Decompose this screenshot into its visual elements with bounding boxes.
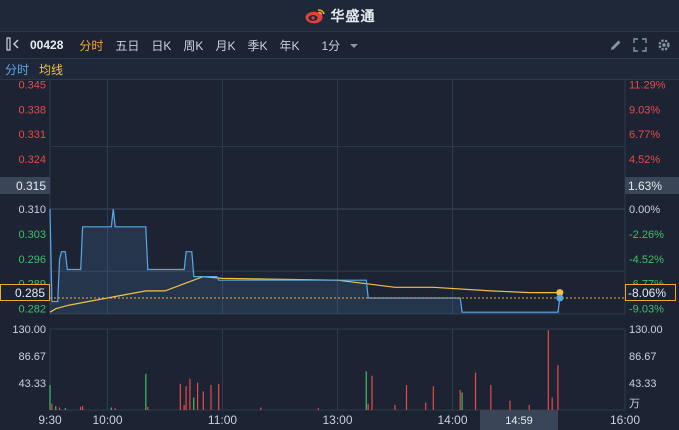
brand-name: 华盛通 [330, 7, 376, 24]
price-tick-label: 0.303 [18, 229, 46, 241]
interval-select[interactable]: 1分 [305, 37, 364, 54]
panel-toggle-icon[interactable] [0, 36, 28, 54]
time-tick-label: 10:00 [92, 413, 122, 427]
tab-monthly-k[interactable]: 月K [209, 37, 241, 54]
price-last-dot [556, 294, 564, 302]
volume-tick-label-right: 86.67 [629, 351, 657, 363]
settings-icon[interactable] [657, 38, 671, 52]
volume-tick-label-right: 130.00 [629, 324, 663, 336]
pct-tick-label: -2.26% [629, 229, 664, 241]
time-tick-label: 11:00 [208, 413, 237, 427]
intraday-chart[interactable]: 0.345 11.29% 0.338 9.03% 0.331 6.77% 0.324 4.52… [0, 79, 679, 430]
price-tick-label: 0.282 [18, 304, 46, 316]
current-price: 0.285 [15, 286, 45, 300]
tab-five-day[interactable]: 五日 [109, 37, 145, 54]
time-tick-label: 14:00 [437, 413, 467, 427]
tab-daily-k[interactable]: 日K [145, 37, 177, 54]
stock-code[interactable]: 00428 [28, 38, 73, 52]
pct-tick-label: -4.52% [629, 254, 664, 266]
price-tick-label: 0.331 [18, 129, 46, 141]
pct-tick-label: -9.03% [629, 304, 664, 316]
hover-time: 14:59 [505, 415, 533, 427]
current-price-box: 0.285 [0, 284, 50, 301]
volume-tick-label: 86.67 [18, 351, 46, 363]
current-pct: -8.06% [628, 286, 666, 300]
price-tick-label: 0.345 [18, 79, 46, 91]
last-point-markers [556, 289, 564, 302]
time-tick-label: 9:30 [38, 413, 62, 427]
brand-logo-icon [305, 8, 325, 23]
tab-intraday[interactable]: 分时 [73, 37, 109, 54]
tab-weekly-k[interactable]: 周K [177, 37, 209, 54]
time-tick-label: 16:00 [610, 413, 640, 427]
time-tick-label: 13:00 [322, 413, 352, 427]
chevron-down-icon [349, 43, 358, 48]
crosshair-price-box: 0.315 [0, 177, 50, 194]
price-tick-label: 0.338 [18, 104, 46, 116]
title-bar: 华盛通 [0, 0, 679, 32]
pencil-icon[interactable] [609, 38, 623, 52]
price-tick-label: 0.296 [18, 254, 46, 266]
pct-tick-label: 4.52% [629, 154, 660, 166]
current-pct-box: -8.06% [625, 284, 676, 301]
price-tick-label: 0.310 [18, 204, 46, 216]
volume-bars [49, 330, 559, 410]
legend-price-label: 分时 [5, 62, 30, 77]
pct-tick-label: 0.00% [629, 204, 660, 216]
crosshair-price: 0.315 [16, 179, 46, 193]
pct-tick-label: 6.77% [629, 129, 660, 141]
volume-unit-label: 万 [629, 398, 640, 410]
interval-value: 1分 [321, 38, 341, 53]
tab-yearly-k[interactable]: 年K [273, 37, 305, 54]
crosshair-pct-box: 1.63% [625, 177, 679, 194]
tab-quarterly-k[interactable]: 季K [241, 37, 273, 54]
hover-time-box: 14:59 [480, 410, 558, 430]
pct-tick-label: 11.29% [629, 79, 666, 91]
brand: 华盛通 [304, 6, 376, 26]
series-legend: 分时 均线 [0, 59, 679, 80]
volume-tick-label: 130.00 [12, 324, 46, 336]
legend-avg-label: 均线 [39, 62, 64, 77]
price-tick-label: 0.324 [18, 154, 46, 166]
volume-tick-label-right: 43.33 [629, 378, 657, 390]
crosshair-pct: 1.63% [628, 179, 662, 193]
chart-toolbar: 00428 分时 五日 日K 周K 月K 季K 年K 1分 [0, 32, 679, 59]
volume-tick-label: 43.33 [18, 378, 46, 390]
fullscreen-icon[interactable] [633, 38, 647, 52]
pct-tick-label: 9.03% [629, 104, 660, 116]
